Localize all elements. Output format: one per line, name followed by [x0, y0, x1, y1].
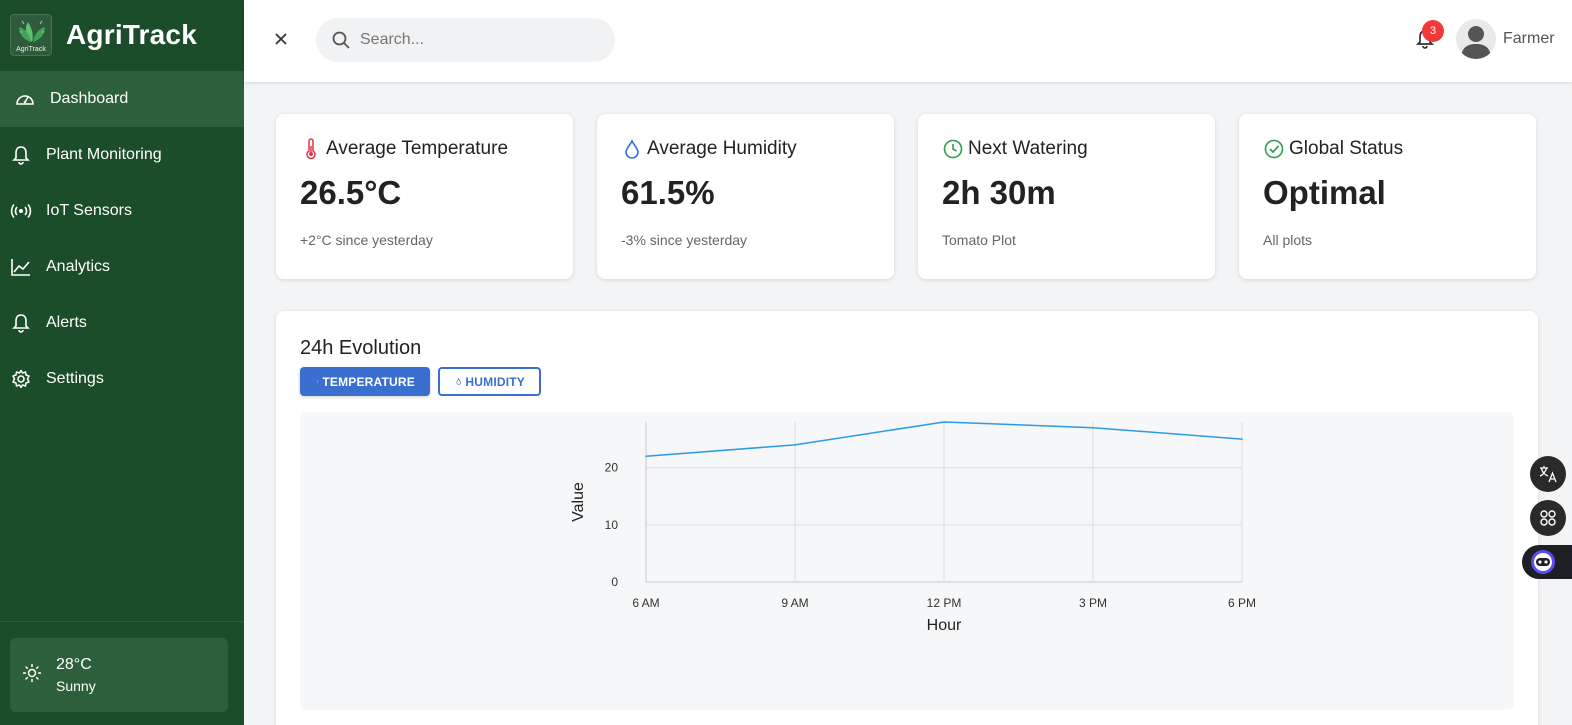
sidebar-item-label: Plant Monitoring [46, 146, 162, 163]
x-tick-label: 3 PM [1079, 596, 1107, 610]
sidebar-footer: 28°C Sunny [0, 621, 244, 725]
assistant-icon [1531, 550, 1555, 574]
search-icon [332, 31, 350, 49]
weather-desc: Sunny [56, 678, 96, 694]
close-sidebar-button[interactable] [270, 28, 292, 50]
assistant-button[interactable] [1522, 545, 1572, 579]
humidity-toggle[interactable]: HUMIDITY [438, 367, 541, 396]
logo-text: AgriTrack [16, 46, 46, 53]
data-point [1092, 426, 1094, 429]
clock-icon [942, 138, 964, 160]
y-tick-label: 0 [611, 575, 618, 589]
translate-button[interactable] [1530, 456, 1566, 492]
evolution-panel: 24h Evolution TEMPERATURE HUMIDITY 0 10 20… [276, 311, 1538, 725]
apps-button[interactable] [1530, 500, 1566, 536]
notification-badge: 3 [1422, 20, 1444, 42]
card-title: Global Status [1289, 138, 1404, 159]
thermometer-icon [300, 138, 322, 160]
grid-icon [1540, 510, 1556, 526]
panel-title: 24h Evolution [300, 337, 422, 359]
droplet-icon [456, 377, 461, 385]
app-logo: AgriTrack [10, 14, 52, 56]
y-tick-label: 10 [605, 518, 619, 532]
bell-icon [10, 144, 32, 166]
sidebar-item-label: Settings [46, 370, 104, 387]
thermometer-icon [317, 380, 319, 383]
stat-cards: Average Temperature 26.5°C +2°C since ye… [276, 114, 1536, 279]
chart-line-icon [10, 256, 32, 278]
sidebar-item-label: Analytics [46, 258, 111, 275]
user-name[interactable]: Farmer [1503, 30, 1555, 48]
chart-area: 0 10 20 6 AM 9 AM 12 PM 3 PM 6 PM Hour Value [300, 412, 1514, 710]
brand[interactable]: AgriTrack AgriTrack [0, 0, 244, 70]
y-tick-label: 20 [605, 461, 619, 475]
stat-card-temperature: Average Temperature 26.5°C +2°C since ye… [276, 114, 573, 279]
x-tick-label: 6 AM [632, 596, 659, 610]
sidebar-item-label: Alerts [46, 314, 87, 331]
stat-card-status: Global Status Optimal All plots [1239, 114, 1536, 279]
x-axis-label: Hour [927, 617, 962, 634]
toggle-label: TEMPERATURE [322, 374, 415, 389]
sidebar-item-settings[interactable]: Settings [0, 351, 244, 407]
gauge-icon [14, 88, 36, 110]
user-icon [1461, 26, 1491, 59]
card-subtitle: +2°C since yesterday [300, 232, 433, 248]
card-subtitle: Tomato Plot [942, 232, 1016, 248]
card-value: Optimal [1263, 174, 1386, 211]
line-chart: 0 10 20 6 AM 9 AM 12 PM 3 PM 6 PM Hour Value [570, 421, 1256, 634]
top-header: 3 Farmer [244, 0, 1572, 82]
gear-icon [10, 368, 32, 390]
leaf-icon [19, 20, 45, 42]
card-title: Next Watering [968, 138, 1088, 159]
signal-icon [10, 200, 32, 222]
x-tick-label: 6 PM [1228, 596, 1256, 610]
card-value: 26.5°C [300, 174, 402, 211]
weather-temp: 28°C [56, 656, 92, 673]
y-axis-label: Value [570, 482, 587, 522]
toggle-label: HUMIDITY [465, 374, 525, 389]
data-point [1241, 438, 1243, 440]
card-value: 61.5% [621, 174, 715, 211]
bell-icon [10, 312, 32, 334]
card-value: 2h 30m [942, 174, 1056, 211]
card-title: Average Temperature [326, 138, 509, 159]
droplet-icon [621, 138, 643, 160]
close-icon [275, 33, 287, 45]
data-point [943, 421, 945, 423]
card-title: Average Humidity [647, 138, 797, 159]
x-tick-label: 12 PM [927, 596, 962, 610]
sidebar-item-plant-monitoring[interactable]: Plant Monitoring [0, 127, 244, 183]
temperature-toggle[interactable]: TEMPERATURE [300, 367, 430, 396]
weather-widget: 28°C Sunny [10, 638, 228, 712]
sidebar-item-dashboard[interactable]: Dashboard [0, 71, 244, 127]
sidebar-item-iot-sensors[interactable]: IoT Sensors [0, 183, 244, 239]
data-point [645, 455, 647, 458]
stat-card-humidity: Average Humidity 61.5% -3% since yesterd… [597, 114, 894, 279]
data-point [794, 444, 796, 446]
x-tick-label: 9 AM [781, 596, 808, 610]
card-subtitle: All plots [1263, 232, 1313, 248]
translate-icon [1539, 466, 1557, 483]
sidebar-item-label: Dashboard [50, 90, 129, 107]
search-box[interactable] [316, 18, 615, 62]
search-input[interactable] [360, 31, 590, 49]
card-subtitle: -3% since yesterday [621, 232, 748, 248]
app-name: AgriTrack [66, 19, 197, 50]
sidebar-nav: Dashboard Plant Monitoring IoT Sensors A… [0, 71, 244, 407]
check-circle-icon [1263, 138, 1285, 160]
sidebar-item-alerts[interactable]: Alerts [0, 295, 244, 351]
sidebar-item-label: IoT Sensors [46, 202, 132, 219]
sidebar: AgriTrack AgriTrack Dashboard Plant Moni… [0, 0, 244, 725]
sun-icon [22, 663, 42, 688]
avatar[interactable] [1456, 19, 1496, 59]
sidebar-item-analytics[interactable]: Analytics [0, 239, 244, 295]
stat-card-watering: Next Watering 2h 30m Tomato Plot [918, 114, 1215, 279]
